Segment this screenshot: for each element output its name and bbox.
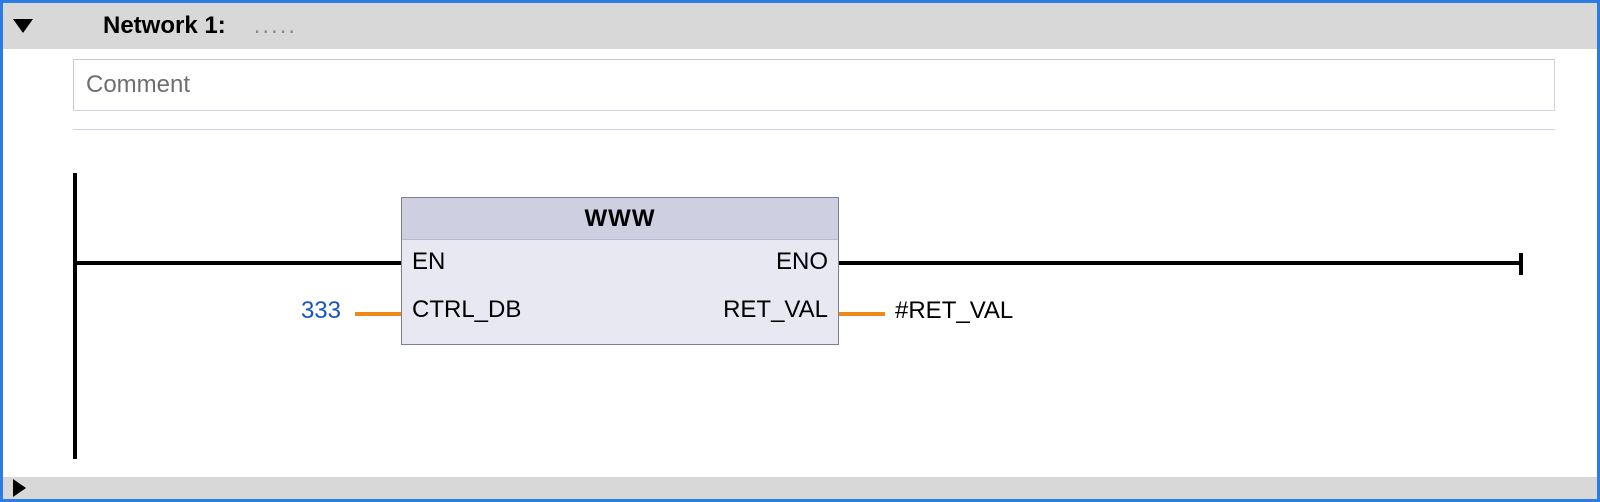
function-block-title: WWW	[402, 198, 838, 240]
power-rail	[73, 173, 77, 459]
pin-eno[interactable]: ENO	[776, 248, 828, 276]
comment-area	[3, 49, 1597, 111]
rung-wire-right	[839, 261, 1519, 265]
expand-toggle-icon[interactable]	[13, 479, 26, 497]
separator	[73, 129, 1555, 130]
rung-wire-left	[75, 261, 401, 265]
param-wire-ctrl-db	[355, 312, 401, 316]
next-network-header[interactable]	[3, 477, 1597, 499]
pin-ret-val[interactable]: RET_VAL	[723, 296, 828, 324]
editor-viewport: Network 1: ..... 333 #RET_VAL WWW EN ENO…	[0, 0, 1600, 502]
comment-input[interactable]	[73, 59, 1555, 111]
collapse-toggle-icon[interactable]	[13, 19, 33, 33]
param-value-ctrl-db[interactable]: 333	[301, 297, 341, 325]
ladder-canvas[interactable]: 333 #RET_VAL WWW EN ENO CTRL_DB RET_VAL	[3, 153, 1597, 499]
pin-ctrl-db[interactable]: CTRL_DB	[412, 296, 521, 324]
network-header: Network 1: .....	[3, 3, 1597, 49]
rung-end-cap	[1519, 253, 1523, 275]
function-block-body: EN ENO CTRL_DB RET_VAL	[402, 240, 838, 344]
network-title[interactable]: Network 1:	[103, 12, 226, 40]
network-subtitle[interactable]: .....	[254, 12, 297, 40]
param-wire-ret-val	[839, 312, 885, 316]
param-target-ret-val[interactable]: #RET_VAL	[895, 297, 1013, 325]
pin-en[interactable]: EN	[412, 248, 445, 276]
function-block[interactable]: WWW EN ENO CTRL_DB RET_VAL	[401, 197, 839, 345]
